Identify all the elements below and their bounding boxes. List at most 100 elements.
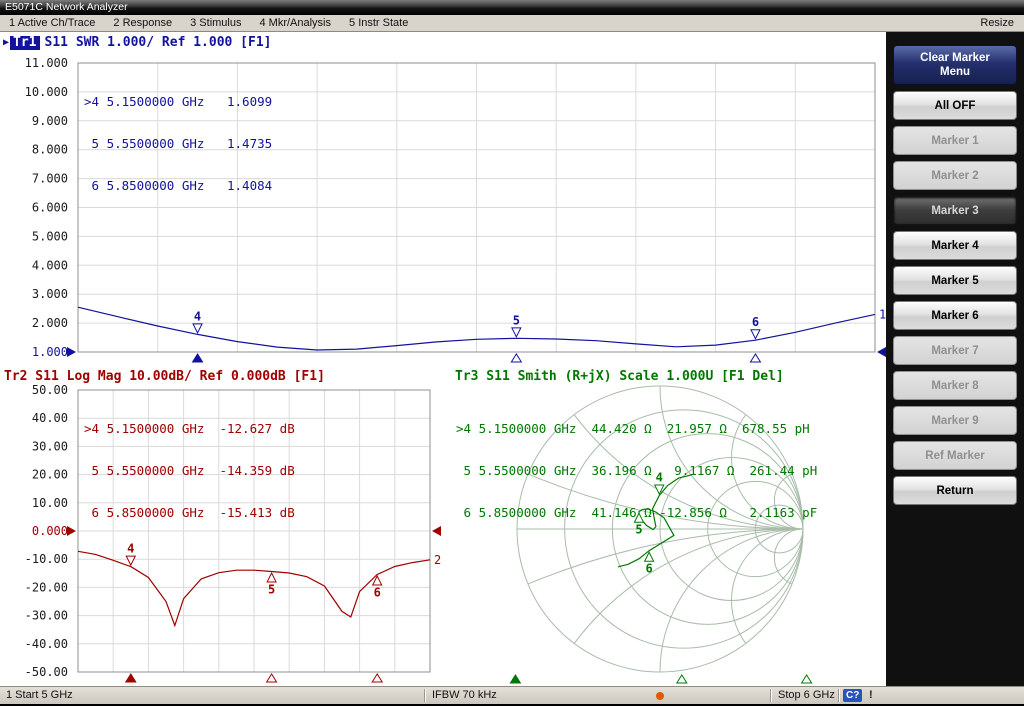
plot-area: 1 1.000 10.000 9.000 8.000 7.000 6.000 5.000 4.0… bbox=[0, 32, 886, 686]
ref-level-arrow-right bbox=[877, 347, 886, 357]
y-tick-label: 2.000 bbox=[32, 316, 68, 330]
y-tick-label: 30.00 bbox=[32, 439, 68, 453]
softkey-ref-marker: Ref Marker bbox=[893, 441, 1017, 470]
softkey-all-off[interactable]: All OFF bbox=[893, 91, 1017, 120]
active-trace-arrow-icon: ▶ bbox=[3, 37, 9, 48]
trace2-marker-readout: >4 5.1500000 GHz -12.627 dB 5 5.5500000 … bbox=[84, 394, 295, 548]
y-tick-label: 10.00 bbox=[32, 496, 68, 510]
softkey-marker-8: Marker 8 bbox=[893, 371, 1017, 400]
softkey-return[interactable]: Return bbox=[893, 476, 1017, 505]
y-tick-label: 1.000 bbox=[32, 345, 68, 359]
marker-5-label: 5 bbox=[513, 313, 520, 327]
menu-item-resize[interactable]: Resize bbox=[980, 17, 1024, 29]
stimulus-marker-triangle[interactable] bbox=[267, 674, 277, 682]
y-tick-label: 7.000 bbox=[32, 172, 68, 186]
title-bar[interactable]: E5071C Network Analyzer bbox=[0, 0, 1024, 15]
menu-items: 1 Active Ch/Trace2 Response3 Stimulus4 M… bbox=[0, 15, 417, 31]
trace3-marker-readout: >4 5.1500000 GHz 44.420 Ω 21.957 Ω 678.5… bbox=[456, 394, 817, 548]
marker-6-symbol[interactable] bbox=[751, 330, 760, 339]
tr1-end-label: 1 bbox=[879, 307, 886, 321]
ref-level-arrow-right bbox=[432, 526, 441, 536]
trace3-title: Tr3 S11 Smith (R+jX) Scale 1.000U [F1 De… bbox=[455, 369, 784, 384]
y-tick-label: 3.000 bbox=[32, 287, 68, 301]
softkey-marker-1: Marker 1 bbox=[893, 126, 1017, 155]
status-bar: 1 Start 5 GHz IFBW 70 kHz Stop 6 GHz C? … bbox=[0, 686, 1024, 704]
trace2-header: Tr2 S11 Log Mag 10.00dB/ Ref 0.000dB [F1… bbox=[4, 369, 325, 384]
y-tick-label: -20.00 bbox=[25, 580, 68, 594]
stimulus-marker-triangle[interactable] bbox=[372, 674, 382, 682]
marker-5-symbol[interactable] bbox=[267, 573, 276, 582]
softkey-menu-title: Clear Marker Menu bbox=[893, 45, 1017, 85]
y-tick-label: -10.00 bbox=[25, 552, 68, 566]
softkey-list: All OFF Marker 1 Marker 2 Marker 3 Marker 4 M… bbox=[886, 91, 1024, 505]
trace3-header: Tr3 S11 Smith (R+jX) Scale 1.000U [F1 De… bbox=[455, 369, 784, 384]
stimulus-marker-triangle[interactable] bbox=[126, 674, 136, 682]
y-tick-label: 8.000 bbox=[32, 143, 68, 157]
ref-level-arrow-left bbox=[67, 526, 76, 536]
marker-readout-row: >4 5.1500000 GHz -12.627 dB bbox=[84, 422, 295, 436]
y-tick-label: 5.000 bbox=[32, 229, 68, 243]
menu-bar: 1 Active Ch/Trace2 Response3 Stimulus4 M… bbox=[0, 15, 1024, 32]
trace1-marker-readout: >4 5.1500000 GHz 1.6099 5 5.5500000 GHz … bbox=[84, 67, 272, 221]
window-title: E5071C Network Analyzer bbox=[5, 1, 128, 13]
status-separator bbox=[838, 689, 840, 702]
stimulus-marker-triangle[interactable] bbox=[511, 354, 521, 362]
y-tick-label: 40.00 bbox=[32, 411, 68, 425]
softkey-panel: Clear Marker Menu All OFF Marker 1 Marker … bbox=[886, 32, 1024, 686]
status-start-frequency: 1 Start 5 GHz bbox=[6, 687, 73, 704]
marker-4-symbol[interactable] bbox=[126, 556, 135, 565]
stimulus-marker-triangle[interactable] bbox=[750, 354, 760, 362]
y-tick-label: -40.00 bbox=[25, 637, 68, 651]
menu-item-5-instr-state[interactable]: 5 Instr State bbox=[340, 15, 417, 31]
marker-4-label: 4 bbox=[194, 309, 201, 323]
trace1-title: S11 SWR 1.000/ Ref 1.000 [F1] bbox=[45, 35, 272, 50]
softkey-marker-3[interactable]: Marker 3 bbox=[893, 196, 1017, 225]
status-correction-badge: C? bbox=[843, 689, 862, 702]
y-tick-label: 9.000 bbox=[32, 114, 68, 128]
status-ifbw: IFBW 70 kHz bbox=[432, 687, 497, 704]
marker-5-symbol[interactable] bbox=[512, 328, 521, 337]
stimulus-marker-triangle[interactable] bbox=[510, 675, 520, 683]
stimulus-marker-triangle[interactable] bbox=[193, 354, 203, 362]
status-warning-icon: ! bbox=[869, 687, 873, 704]
marker-6-label: 6 bbox=[374, 585, 381, 599]
marker-5-label: 5 bbox=[268, 582, 275, 596]
y-tick-label: 0.000 bbox=[32, 524, 68, 538]
marker-readout-row: 6 5.8500000 GHz 1.4084 bbox=[84, 179, 272, 193]
marker-readout-row: 6 5.8500000 GHz -15.413 dB bbox=[84, 506, 295, 520]
marker-readout-row: 5 5.5500000 GHz 1.4735 bbox=[84, 137, 272, 151]
y-tick-label: 6.000 bbox=[32, 201, 68, 215]
y-tick-label: 20.00 bbox=[32, 468, 68, 482]
softkey-marker-4[interactable]: Marker 4 bbox=[893, 231, 1017, 260]
marker-6-label: 6 bbox=[646, 562, 653, 576]
softkey-marker-2: Marker 2 bbox=[893, 161, 1017, 190]
tr2-end-label: 2 bbox=[434, 553, 441, 567]
marker-6-label: 6 bbox=[752, 315, 759, 329]
marker-readout-row: >4 5.1500000 GHz 1.6099 bbox=[84, 95, 272, 109]
menu-item-4-mkr-analysis[interactable]: 4 Mkr/Analysis bbox=[250, 15, 340, 31]
y-tick-label: 10.000 bbox=[25, 85, 68, 99]
menu-item-3-stimulus[interactable]: 3 Stimulus bbox=[181, 15, 250, 31]
stimulus-marker-triangle[interactable] bbox=[802, 675, 812, 683]
status-separator bbox=[770, 689, 772, 702]
stimulus-marker-triangle[interactable] bbox=[677, 675, 687, 683]
menu-item-1-active-ch-trace[interactable]: 1 Active Ch/Trace bbox=[0, 15, 104, 31]
softkey-marker-5[interactable]: Marker 5 bbox=[893, 266, 1017, 295]
marker-4-symbol[interactable] bbox=[193, 324, 202, 333]
y-tick-label: -30.00 bbox=[25, 609, 68, 623]
marker-readout-row: >4 5.1500000 GHz 44.420 Ω 21.957 Ω 678.5… bbox=[456, 422, 817, 436]
marker-readout-row: 6 5.8500000 GHz 41.146 Ω -12.856 Ω 2.116… bbox=[456, 506, 817, 520]
status-stop-frequency: Stop 6 GHz bbox=[778, 687, 835, 704]
ref-level-arrow-left bbox=[67, 347, 76, 357]
softkey-marker-6[interactable]: Marker 6 bbox=[893, 301, 1017, 330]
menu-item-2-response[interactable]: 2 Response bbox=[104, 15, 181, 31]
y-tick-label: -50.00 bbox=[25, 665, 68, 679]
trace2-title: Tr2 S11 Log Mag 10.00dB/ Ref 0.000dB [F1… bbox=[4, 369, 325, 384]
softkey-marker-9: Marker 9 bbox=[893, 406, 1017, 435]
trace1-badge[interactable]: Tr1 bbox=[10, 36, 39, 50]
marker-readout-row: 5 5.5500000 GHz 36.196 Ω 9.1167 Ω 261.44… bbox=[456, 464, 817, 478]
trace1-header: ▶ Tr1 S11 SWR 1.000/ Ref 1.000 [F1] bbox=[3, 35, 272, 50]
app-window: E5071C Network Analyzer 1 Active Ch/Trac… bbox=[0, 0, 1024, 706]
y-tick-label: 4.000 bbox=[32, 258, 68, 272]
status-separator bbox=[424, 689, 426, 702]
